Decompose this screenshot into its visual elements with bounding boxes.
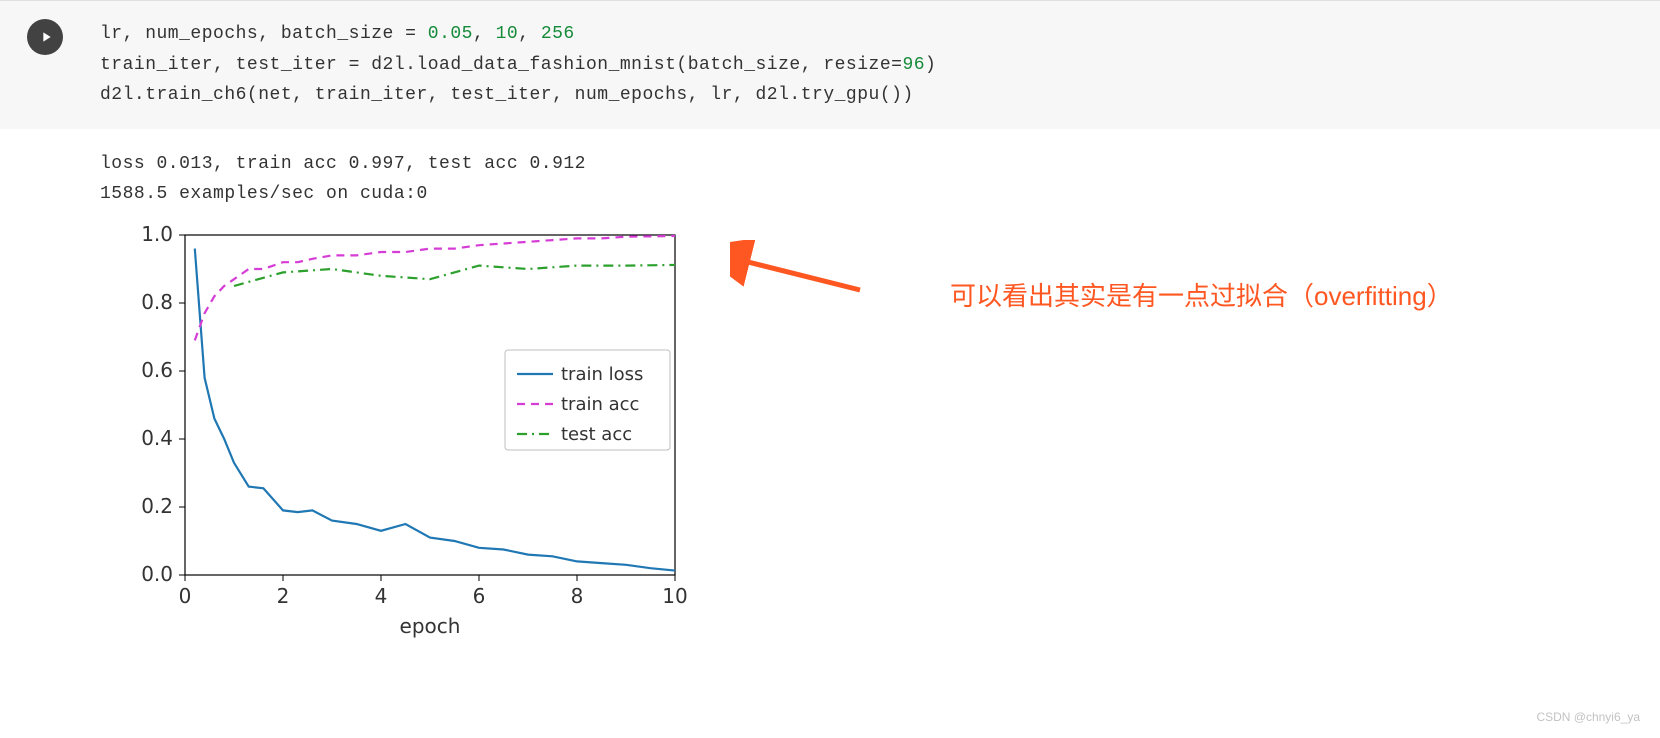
code-text: , [473, 24, 496, 44]
output-line: loss 0.013, train acc 0.997, test acc 0.… [100, 154, 586, 174]
svg-text:0: 0 [179, 584, 192, 608]
svg-text:10: 10 [662, 584, 687, 608]
play-icon [38, 29, 54, 45]
output-text: loss 0.013, train acc 0.997, test acc 0.… [0, 129, 1660, 210]
svg-text:8: 8 [571, 584, 584, 608]
code-number: 0.05 [428, 24, 473, 44]
watermark: CSDN @chnyi6_ya [1536, 710, 1640, 724]
svg-text:test acc: test acc [561, 424, 632, 445]
svg-text:train loss: train loss [561, 364, 643, 385]
code-number: 10 [496, 24, 519, 44]
code-text: train_iter, test_iter = d2l.load_data_fa… [100, 55, 902, 75]
svg-text:4: 4 [375, 584, 388, 608]
code-number: 96 [902, 55, 925, 75]
svg-text:0.6: 0.6 [141, 358, 173, 382]
cell-gutter [0, 1, 90, 129]
svg-text:2: 2 [277, 584, 290, 608]
annotation-text: 可以看出其实是有一点过拟合（overfitting） [950, 276, 1453, 313]
chart-row: 0.0 0.2 0.4 0.6 0.8 1.0 0 2 4 6 8 10 epoch train loss… [0, 210, 1660, 660]
svg-text:0.4: 0.4 [141, 426, 173, 450]
code-text: lr, num_epochs, batch_size = [100, 24, 428, 44]
run-button[interactable] [27, 19, 63, 55]
output-line: 1588.5 examples/sec on cuda:0 [100, 184, 428, 204]
svg-text:0.8: 0.8 [141, 290, 173, 314]
training-chart: 0.0 0.2 0.4 0.6 0.8 1.0 0 2 4 6 8 10 epoch train loss… [80, 220, 700, 660]
svg-text:6: 6 [473, 584, 486, 608]
code-number: 256 [541, 24, 575, 44]
annotation-group: 可以看出其实是有一点过拟合（overfitting） [730, 240, 1453, 320]
arrow-svg [730, 240, 870, 320]
code-text: d2l.train_ch6(net, train_iter, test_iter… [100, 85, 914, 105]
svg-text:epoch: epoch [400, 614, 461, 638]
svg-text:0.0: 0.0 [141, 562, 173, 586]
svg-text:train acc: train acc [561, 394, 639, 415]
code-cell: lr, num_epochs, batch_size = 0.05, 10, 2… [0, 0, 1660, 129]
arrow-icon [740, 260, 860, 290]
svg-text:0.2: 0.2 [141, 494, 173, 518]
code-text: , [518, 24, 541, 44]
code-text: ) [925, 55, 936, 75]
code-input[interactable]: lr, num_epochs, batch_size = 0.05, 10, 2… [90, 1, 1660, 129]
svg-text:1.0: 1.0 [141, 222, 173, 246]
